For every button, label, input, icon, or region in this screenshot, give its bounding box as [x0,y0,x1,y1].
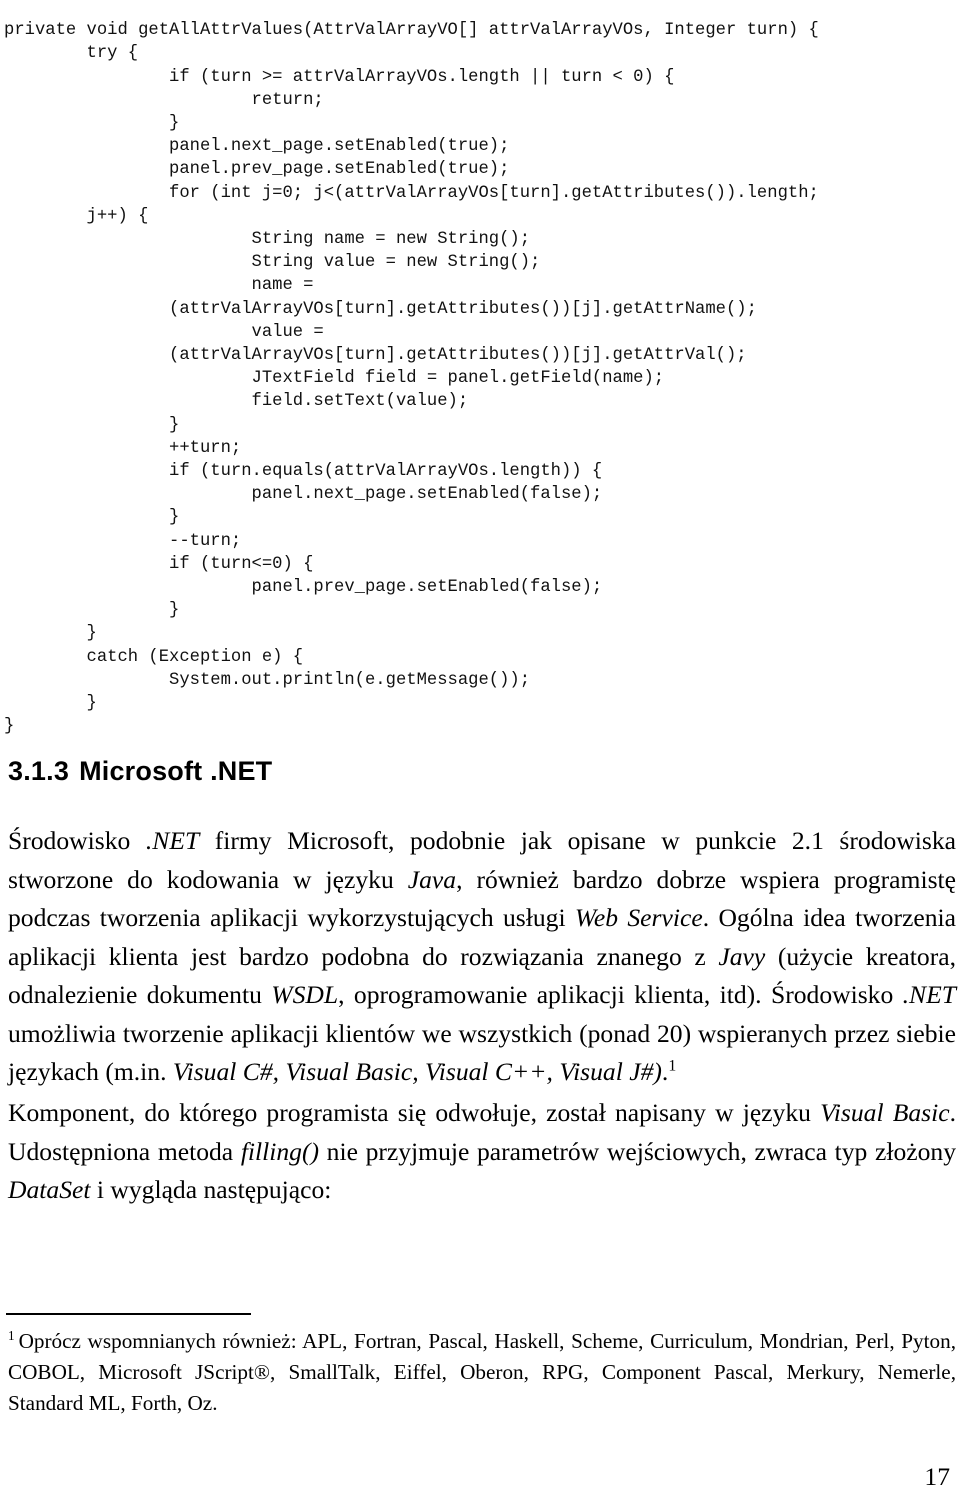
emphasis-text: WSDL [271,980,339,1009]
text-run: i wygląda następująco: [90,1175,332,1204]
emphasis-text: filling() [240,1136,320,1166]
code-line: name = [4,276,314,296]
footnote-separator [6,1313,251,1315]
paragraph-component-description: Komponent, do którego programista się od… [8,1094,956,1210]
text-run: nie przyjmuje parametrów wejściowych, zw… [319,1136,956,1166]
emphasis-text: .NET [902,980,956,1009]
section-heading: 3.1.3 Microsoft .NET [8,755,272,788]
code-line: panel.next_page.setEnabled(false); [4,485,603,505]
code-line: JTextField field = panel.getField(name); [4,369,665,389]
code-line: return; [4,90,324,110]
code-line: value = [4,322,324,342]
code-line: panel.next_page.setEnabled(true); [4,137,510,157]
text-run: Środowisko [8,826,146,855]
text-run: Komponent, do którego programista się od… [8,1098,821,1127]
code-line: } [4,624,97,644]
emphasis-text: Java [407,864,457,894]
document-page: private void getAllAttrValues(AttrValArr… [0,0,960,1508]
page-number: 17 [924,1462,950,1491]
code-line: ++turn; [4,438,242,458]
code-line: } [4,694,97,714]
paragraph-dotnet-description: Środowisko .NET firmy Microsoft, podobni… [8,822,956,1092]
code-line: System.out.println(e.getMessage()); [4,670,531,690]
code-line: panel.prev_page.setEnabled(true); [4,160,510,180]
emphasis-text: Javy [718,941,766,971]
code-line: try { [4,44,139,64]
footnote: 1 Oprócz wspomnianych również: APL, Fortr… [8,1326,956,1419]
code-line: if (turn.equals(attrValArrayVOs.length))… [4,462,603,482]
emphasis-text: Visual Basic [820,1098,950,1127]
code-line: for (int j=0; j<(attrValArrayVOs[turn].g… [4,183,819,203]
code-line: } [4,508,180,528]
code-line: } [4,717,15,737]
code-line: if (turn >= attrValArrayVOs.length || tu… [4,67,675,87]
emphasis-text: Visual C#, Visual Basic, Visual C++, Vis… [172,1057,662,1086]
code-line: if (turn<=0) { [4,554,314,574]
code-line: String name = new String(); [4,230,531,250]
code-line: panel.prev_page.setEnabled(false); [4,578,603,598]
code-line: j++) { [4,206,149,226]
section-number: 3.1.3 [8,756,70,786]
code-listing: private void getAllAttrValues(AttrValArr… [4,19,958,738]
emphasis-text: DataSet [8,1175,91,1204]
footnote-marker: 1 [8,1327,15,1343]
text-run: , oprogramowanie aplikacji klienta, itd)… [338,980,903,1009]
code-line: catch (Exception e) { [4,647,304,667]
code-line: --turn; [4,531,242,551]
footnote-text: Oprócz wspomnianych również: APL, Fortra… [8,1329,956,1415]
code-line: String value = new String(); [4,253,541,273]
code-line: private void getAllAttrValues(AttrValArr… [4,21,819,41]
code-line: (attrValArrayVOs[turn].getAttributes())[… [4,346,747,366]
footnote-reference: 1 [668,1057,677,1075]
code-line: } [4,114,180,133]
code-line: (attrValArrayVOs[turn].getAttributes())[… [4,299,757,319]
emphasis-text: .NET [145,826,200,855]
code-line: field.setText(value); [4,392,469,412]
code-line: } [4,415,180,435]
emphasis-text: Web Service [574,903,703,932]
code-line: } [4,601,180,621]
section-title: Microsoft .NET [79,756,273,786]
